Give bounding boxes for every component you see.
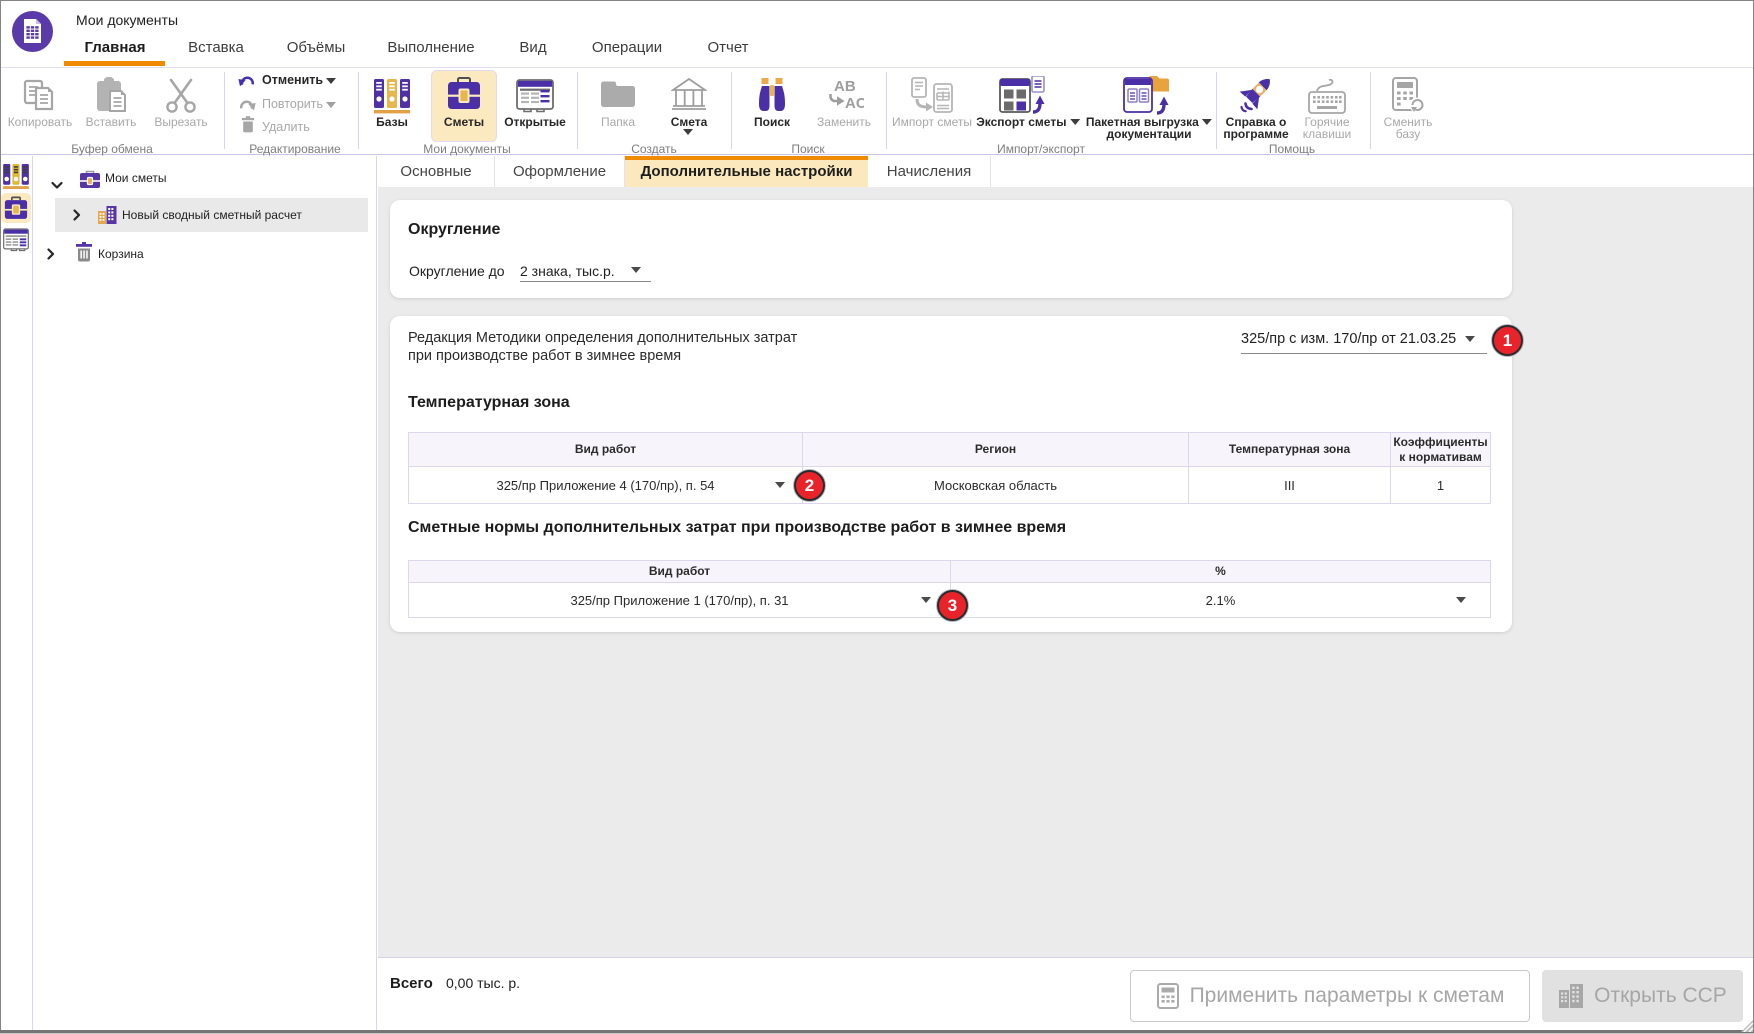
svg-text:AB: AB bbox=[834, 78, 856, 95]
svg-text:AC: AC bbox=[845, 95, 864, 112]
